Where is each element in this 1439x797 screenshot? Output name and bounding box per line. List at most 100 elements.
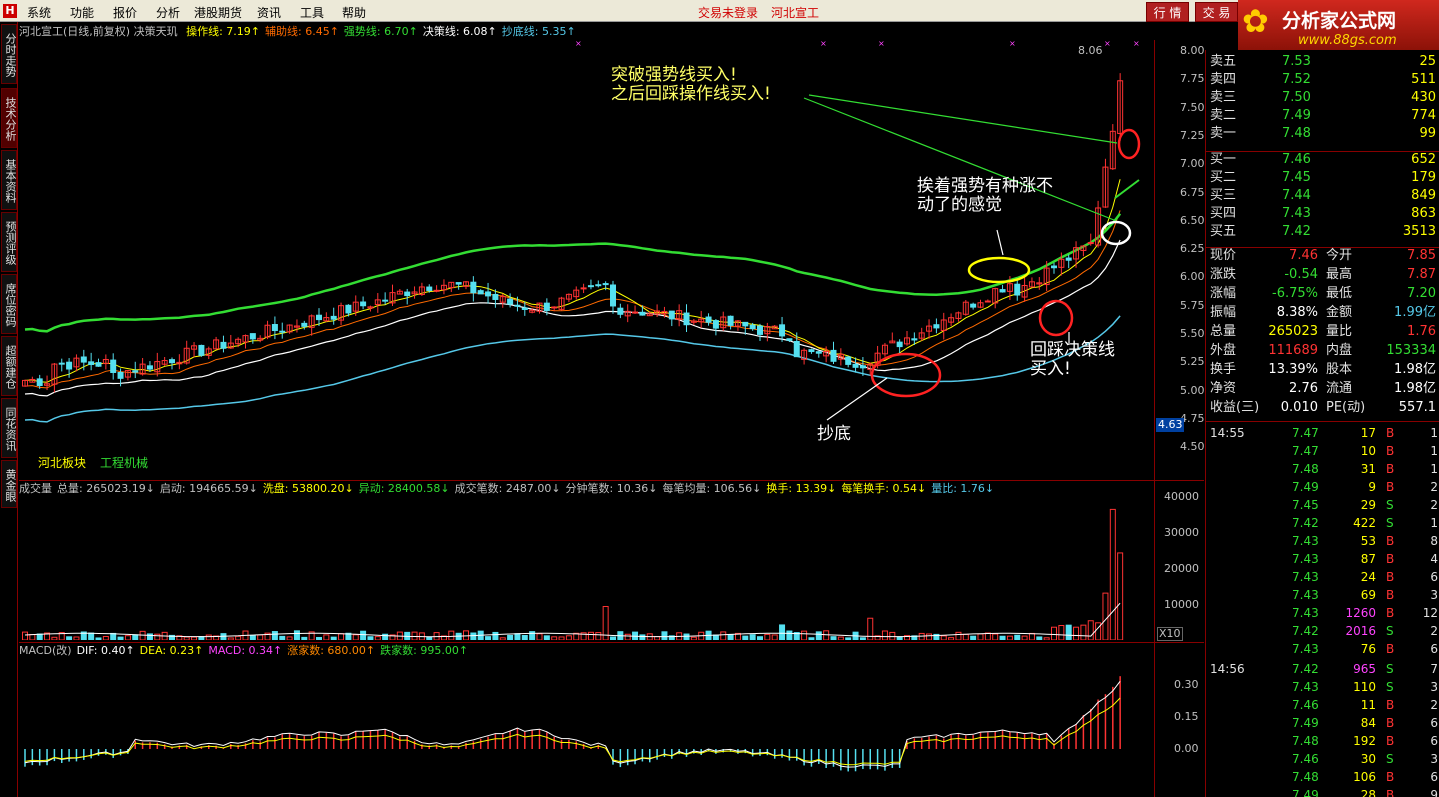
sidebar-tab-fundamentals[interactable]: 基本资料 — [1, 150, 17, 210]
menu-news[interactable]: 资讯 — [257, 4, 281, 21]
bid-row[interactable]: 买五 7.42 3513 — [1206, 223, 1439, 241]
candle-body — [911, 338, 918, 341]
tick-row[interactable]: 7.48 106 B 6 — [1206, 768, 1439, 786]
bid-label: 买二 — [1210, 170, 1237, 185]
tick-volume: 53 — [1360, 534, 1376, 548]
tick-row[interactable]: 7.43 87 B 4 — [1206, 550, 1439, 568]
macd-header: MACD(改) DIF: 0.40↑ DEA: 0.23↑ MACD: 0.34↑ 涨家… — [19, 644, 473, 658]
annotation-breakout-line1: 突破强势线买入! — [611, 65, 737, 85]
volume-bar — [205, 634, 212, 640]
volume-axis: 40000 30000 20000 10000 — [1156, 490, 1204, 640]
tick-row[interactable]: 7.42 2016 S 2 — [1206, 622, 1439, 640]
volume-bar — [823, 630, 830, 640]
ask-row[interactable]: 卖一 7.48 99 — [1206, 125, 1439, 143]
bid-row[interactable]: 买一 7.46 652 — [1206, 151, 1439, 169]
tick-volume: 76 — [1360, 642, 1376, 656]
ask-price: 7.48 — [1282, 126, 1311, 141]
stat-value: 7.85 — [1407, 248, 1436, 263]
tick-side: S — [1386, 624, 1394, 638]
tick-side: S — [1386, 662, 1394, 676]
sidebar-tab-technical[interactable]: 技术分析 — [1, 88, 17, 148]
bid-row[interactable]: 买二 7.45 179 — [1206, 169, 1439, 187]
bid-label: 买三 — [1210, 188, 1237, 203]
volume-bar — [22, 631, 28, 640]
tick-row[interactable]: 7.43 69 B 3 — [1206, 586, 1439, 604]
brand-logo: ✿ 分析家公式网 www.88gs.com — [1238, 0, 1439, 50]
ask-row[interactable]: 卖四 7.52 511 — [1206, 71, 1439, 89]
tick-price: 7.48 — [1292, 462, 1319, 476]
tick-row[interactable]: 7.43 76 B 6 — [1206, 640, 1439, 658]
ask-row[interactable]: 卖三 7.50 430 — [1206, 89, 1439, 107]
tab-trade[interactable]: 交 易 — [1195, 2, 1238, 22]
tick-row[interactable]: 7.43 1260 B 12 — [1206, 604, 1439, 622]
tab-quote[interactable]: 行 情 — [1146, 2, 1189, 22]
tick-row[interactable]: 7.45 29 S 2 — [1206, 496, 1439, 514]
tick-row[interactable]: 7.43 24 B 6 — [1206, 568, 1439, 586]
menu-quote[interactable]: 报价 — [113, 4, 137, 21]
menu-hk-futures[interactable]: 港股期货 — [194, 4, 242, 21]
tick-count: 2 — [1430, 624, 1438, 638]
candle-body — [984, 300, 991, 303]
menu-tools[interactable]: 工具 — [300, 4, 324, 21]
tick-row[interactable]: 7.49 9 B 2 — [1206, 478, 1439, 496]
sidebar-tab-timeshare[interactable]: 分时走势 — [1, 24, 17, 84]
tick-count: 2 — [1430, 698, 1438, 712]
dif-line — [24, 680, 1121, 768]
tick-price: 7.49 — [1292, 788, 1319, 797]
volume-chart[interactable] — [19, 496, 1154, 640]
menu-function[interactable]: 功能 — [70, 4, 94, 21]
arrow-stall-line — [996, 229, 1004, 256]
volume-item-2: 启动: 194665.59↓ — [159, 482, 258, 495]
peak-price-label: 8.06 — [1078, 44, 1103, 57]
tick-row[interactable]: 7.46 11 B 2 — [1206, 696, 1439, 714]
candle-body — [749, 324, 756, 330]
tick-row[interactable]: 7.49 28 B 9 — [1206, 786, 1439, 797]
volume-bar — [808, 637, 815, 640]
bid-row[interactable]: 买三 7.44 849 — [1206, 187, 1439, 205]
sidebar-tab-ths-news[interactable]: 同花资讯 — [1, 398, 17, 458]
sector-label-hebei[interactable]: 河北板块 — [38, 454, 86, 471]
tick-row[interactable]: 7.43 110 S 3 — [1206, 678, 1439, 696]
candle-body — [683, 312, 690, 326]
menu-analysis[interactable]: 分析 — [156, 4, 180, 21]
tick-price: 7.45 — [1292, 498, 1319, 512]
candle-body — [279, 330, 286, 333]
candlestick-chart[interactable]: × × × × × × — [19, 40, 1204, 480]
menu-help[interactable]: 帮助 — [342, 4, 366, 21]
ask-row[interactable]: 卖五 7.53 25 — [1206, 53, 1439, 71]
volume-tick-label: 30000 — [1164, 526, 1199, 539]
annotation-breakout: 突破强势线买入! 之后回踩操作线买入! — [611, 66, 771, 104]
sidebar-tab-golden-eye[interactable]: 黄金眼 — [1, 460, 17, 508]
login-status[interactable]: 交易未登录 — [698, 4, 758, 21]
tick-row[interactable]: 7.42 422 S 1 — [1206, 514, 1439, 532]
price-tick-label: 7.75 — [1180, 72, 1205, 86]
tick-price: 7.43 — [1292, 606, 1319, 620]
tick-volume: 2016 — [1345, 624, 1376, 638]
volume-bar — [521, 634, 528, 640]
sidebar-tab-seat[interactable]: 席位密码 — [1, 274, 17, 334]
volume-bar — [558, 636, 565, 640]
macd-chart[interactable] — [19, 658, 1154, 797]
tick-row[interactable]: 7.48 192 B 6 — [1206, 732, 1439, 750]
stat-label: 量比 — [1326, 324, 1353, 339]
ask-row[interactable]: 卖二 7.49 774 — [1206, 107, 1439, 125]
candle-body — [970, 303, 977, 308]
tick-count: 1 — [1430, 444, 1438, 458]
tick-row[interactable]: 14:55 7.47 17 B 1 — [1206, 424, 1439, 442]
sidebar-tab-position[interactable]: 超额建仓 — [1, 336, 17, 396]
stat-label: 涨跌 — [1210, 267, 1237, 282]
tick-row[interactable]: 7.46 30 S 3 — [1206, 750, 1439, 768]
indicator-3: 决策线: 6.08↑ — [422, 25, 497, 38]
candle-body — [779, 324, 786, 337]
sector-label-machinery[interactable]: 工程机械 — [100, 454, 148, 471]
tick-row[interactable]: 7.49 84 B 6 — [1206, 714, 1439, 732]
sidebar-tab-rating[interactable]: 预测评级 — [1, 212, 17, 272]
tick-row[interactable]: 7.43 53 B 8 — [1206, 532, 1439, 550]
tick-row[interactable]: 7.47 10 B 1 — [1206, 442, 1439, 460]
candle-body — [470, 281, 477, 294]
candle-body — [95, 362, 102, 367]
tick-row[interactable]: 14:56 7.42 965 S 7 — [1206, 660, 1439, 678]
menu-system[interactable]: 系统 — [27, 4, 51, 21]
bid-row[interactable]: 买四 7.43 863 — [1206, 205, 1439, 223]
tick-row[interactable]: 7.48 31 B 1 — [1206, 460, 1439, 478]
